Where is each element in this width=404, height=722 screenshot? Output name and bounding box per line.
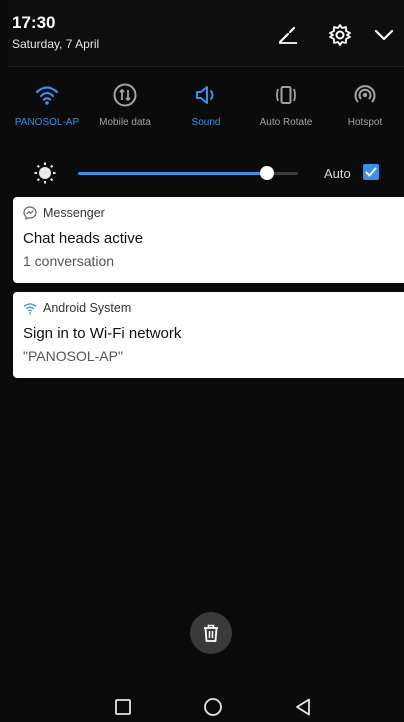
notification-title: Chat heads active [23,230,144,247]
brightness-row: Auto [8,158,404,188]
clock-time: 17:30 [12,13,56,32]
recents-icon[interactable] [112,696,134,718]
wifi-icon [34,82,60,108]
back-icon[interactable] [292,696,314,718]
messenger-icon [23,206,37,220]
mobile-data-icon [112,82,138,108]
shade-header: 17:30 Saturday, 7 April [8,0,404,66]
home-icon[interactable] [202,696,224,718]
auto-rotate-icon [273,82,299,108]
quick-settings: PANOSOL-AP Mobile data Sound Auto Rotate… [8,72,404,152]
edit-icon[interactable] [276,23,300,47]
brightness-slider-thumb[interactable] [260,166,275,180]
notification-shade: 17:30 Saturday, 7 April PANOSOL-AP Mobil… [0,0,404,722]
navigation-bar [8,690,404,722]
hotspot-icon [352,82,378,108]
trash-icon [204,624,218,642]
brightness-icon [34,162,56,184]
brightness-slider[interactable] [78,166,298,180]
tile-mobile-data[interactable]: Mobile data [86,72,164,142]
clock-date: Saturday, 7 April [12,37,100,51]
notification-android-system[interactable]: Android System Sign in to Wi-Fi network … [13,292,404,378]
tile-sound[interactable]: Sound [167,72,245,142]
tile-hotspot-label: Hotspot [347,117,383,128]
notification-text: 1 conversation [23,253,115,269]
notification-title: Sign in to Wi-Fi network [23,325,182,342]
auto-brightness-checkbox[interactable] [363,164,379,180]
header-divider [8,66,404,67]
notification-app-name: Android System [43,301,132,315]
sound-icon [193,82,219,108]
tile-auto-rotate[interactable]: Auto Rotate [247,72,325,142]
notification-messenger[interactable]: Messenger Chat heads active 1 conversati… [13,197,404,283]
chevron-down-icon[interactable] [372,23,396,47]
tile-hotspot[interactable]: Hotspot [326,72,404,142]
brightness-slider-fill [78,172,268,175]
auto-brightness-label: Auto [324,166,351,181]
gear-icon[interactable] [328,23,352,47]
notification-text: "PANOSOL-AP" [23,348,123,364]
wifi-signin-icon [23,301,37,315]
clear-all-button[interactable] [190,612,232,654]
notification-app-name: Messenger [43,206,105,220]
tile-wifi[interactable]: PANOSOL-AP [8,72,86,142]
